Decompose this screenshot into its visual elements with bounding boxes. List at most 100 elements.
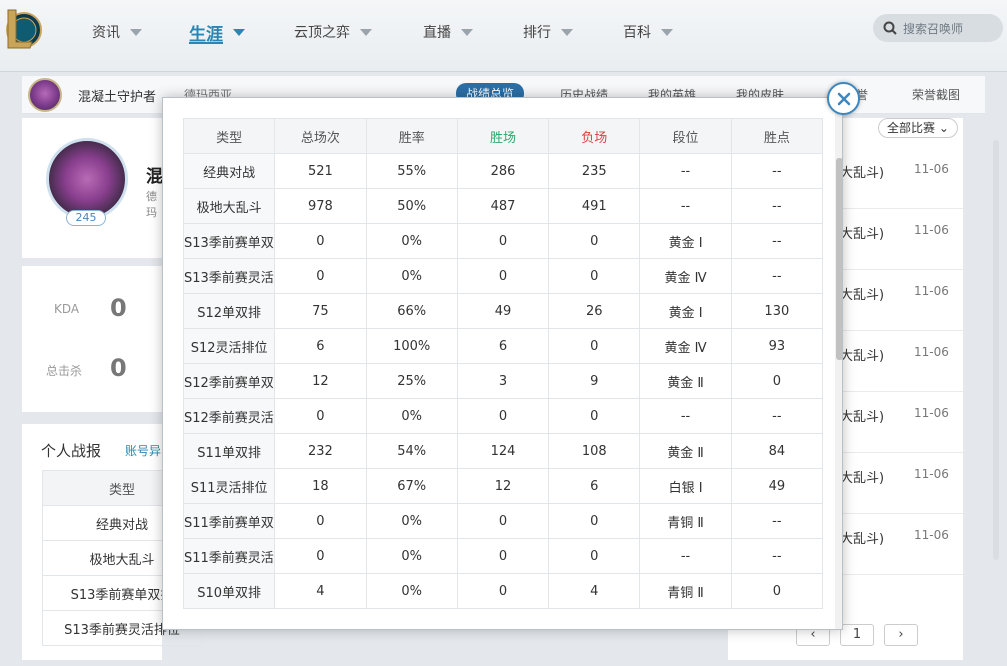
kda-label: KDA	[54, 302, 80, 316]
nav-item-tft[interactable]: 云顶之弈	[294, 20, 372, 44]
lol-logo-icon[interactable]	[2, 6, 42, 52]
table-cell: 9	[548, 363, 641, 399]
table-cell: 232	[274, 433, 367, 469]
table-cell: S13季前赛灵活排位	[182, 258, 276, 294]
match-date: 11-06	[914, 223, 949, 237]
top-navigation: 资讯 生涯 云顶之弈 直播 排行 百科 搜索召唤师	[0, 0, 1007, 72]
table-cell: 3	[456, 363, 550, 399]
match-mode: 大乱斗)	[840, 227, 885, 242]
table-row: S12灵活排位 6 100% 6 0 黄金 Ⅳ 93	[182, 328, 824, 364]
summoner-card-server: 德玛	[146, 190, 157, 219]
nav-item-news[interactable]: 资讯	[92, 20, 142, 44]
table-cell: 0	[548, 223, 641, 259]
table-cell: --	[639, 538, 732, 574]
table-cell: 6	[274, 328, 367, 364]
table-row: S11季前赛灵活排位00%00----	[182, 538, 824, 574]
nav-item-live[interactable]: 直播	[423, 20, 473, 44]
table-cell: 0	[274, 538, 367, 574]
modal-scrollbar-thumb[interactable]	[836, 158, 842, 360]
match-mode: 大乱斗)	[840, 410, 885, 425]
table-cell: 0	[274, 398, 367, 434]
table-cell: 0	[456, 223, 550, 259]
report-title: 个人战报	[41, 442, 102, 460]
page-scrollbar[interactable]	[993, 140, 999, 560]
match-date: 11-06	[914, 467, 949, 481]
table-row: S12季前赛灵活排位00%00----	[182, 398, 824, 434]
table-cell: --	[639, 188, 732, 224]
table-cell: 491	[548, 188, 641, 224]
column-header-rank: 段位	[639, 118, 732, 154]
nav-item-career[interactable]: 生涯	[189, 20, 245, 45]
match-mode: 大乱斗)	[840, 349, 885, 364]
table-cell: 0	[456, 503, 550, 539]
chevron-down-icon	[461, 28, 473, 36]
table-cell: --	[730, 223, 824, 259]
table-cell: 经典对战	[182, 153, 276, 189]
table-cell: --	[730, 398, 824, 434]
table-row: 经典对战 521 55% 286 235 -- --	[182, 153, 824, 189]
summoner-search-input[interactable]: 搜索召唤师	[873, 14, 1003, 42]
table-cell: S11季前赛灵活排位	[182, 538, 276, 574]
table-cell: 26	[548, 293, 641, 329]
table-cell: 0	[730, 363, 824, 399]
table-cell: 0	[456, 573, 550, 609]
table-row: S11灵活排位 18 67% 12 6 白银 Ⅰ 49	[182, 468, 824, 504]
table-cell: 55%	[365, 153, 458, 189]
match-mode: 大乱斗)	[840, 532, 885, 547]
table-cell: 4	[274, 573, 367, 609]
table-cell: 0	[274, 503, 367, 539]
table-row: S12季前赛单双排1225%39黄金 Ⅱ0	[182, 363, 824, 399]
match-mode: 大乱斗)	[840, 471, 885, 486]
column-header-type: 类型	[182, 118, 276, 154]
table-row: S11季前赛单双排00%00青铜 Ⅱ--	[182, 503, 824, 539]
table-row: S10单双排 4 0% 0 4 青铜 Ⅱ0	[182, 573, 824, 609]
active-nav-underline	[189, 42, 223, 44]
search-placeholder: 搜索召唤师	[903, 21, 964, 36]
table-cell: 108	[548, 433, 641, 469]
chevron-down-icon	[130, 28, 142, 36]
account-anomaly-link[interactable]: 账号异	[125, 442, 161, 459]
close-modal-button[interactable]	[827, 82, 860, 115]
summoner-card-name: 混	[146, 167, 163, 187]
kda-value: 0	[110, 294, 127, 322]
table-cell: S12灵活排位	[182, 328, 276, 364]
nav-item-ranking[interactable]: 排行	[523, 20, 573, 44]
summoner-name: 混凝土守护者	[78, 90, 157, 105]
table-cell: S11灵活排位	[182, 468, 276, 504]
table-cell: 25%	[365, 363, 458, 399]
table-cell: 黄金 Ⅱ	[639, 363, 732, 399]
table-cell: 100%	[365, 328, 458, 364]
table-cell: --	[730, 153, 824, 189]
table-cell: 521	[274, 153, 367, 189]
table-cell: 黄金 Ⅰ	[639, 223, 732, 259]
table-cell: 130	[730, 293, 824, 329]
summoner-avatar	[46, 138, 128, 220]
level-badge: 245	[66, 210, 106, 226]
table-cell: 0%	[365, 538, 458, 574]
table-cell: 0	[548, 258, 641, 294]
table-cell: 235	[548, 153, 641, 189]
nav-item-wiki[interactable]: 百科	[623, 20, 673, 44]
table-cell: 黄金 Ⅰ	[639, 293, 732, 329]
table-cell: 0%	[365, 503, 458, 539]
page-number[interactable]: 1	[840, 624, 874, 646]
table-cell: 0	[274, 258, 367, 294]
tab-honor-screenshot[interactable]: 荣誉截图	[912, 86, 960, 103]
column-header-total: 总场次	[274, 118, 367, 154]
table-cell: 0%	[365, 258, 458, 294]
match-mode: 大乱斗)	[840, 166, 885, 181]
chevron-down-icon	[561, 28, 573, 36]
table-cell: 0%	[365, 223, 458, 259]
match-filter-dropdown[interactable]: 全部比赛 ⌄	[878, 118, 958, 138]
match-date: 11-06	[914, 284, 949, 298]
stats-table: 类型 总场次 胜率 胜场 负场 段位 胜点 经典对战 521 55% 286 235 --…	[182, 118, 824, 609]
column-header-lp: 胜点	[730, 118, 824, 154]
table-cell: 0	[548, 538, 641, 574]
chevron-down-icon	[360, 28, 372, 36]
table-cell: 6	[548, 468, 641, 504]
table-cell: 978	[274, 188, 367, 224]
table-cell: 极地大乱斗	[182, 188, 276, 224]
next-page-button[interactable]: ›	[884, 624, 918, 646]
table-cell: 18	[274, 468, 367, 504]
table-cell: --	[730, 188, 824, 224]
